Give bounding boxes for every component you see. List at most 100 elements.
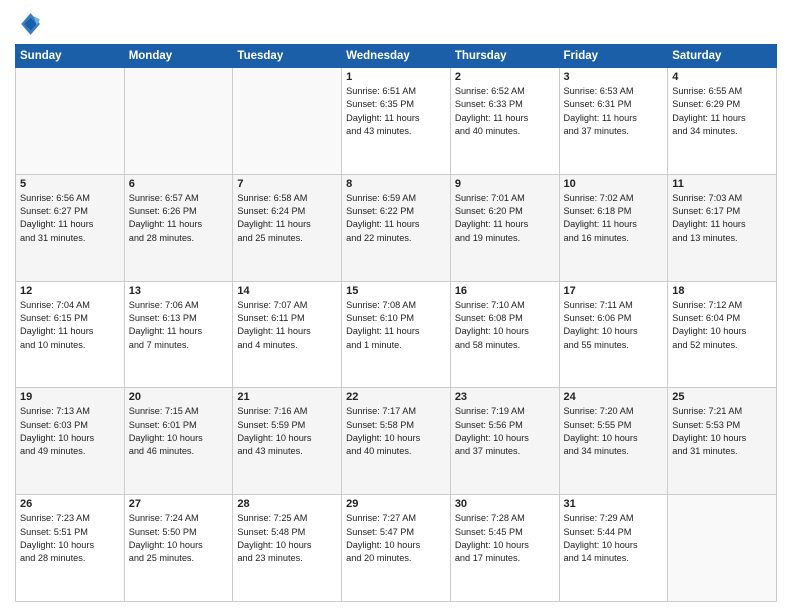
day-cell-7: 7Sunrise: 6:58 AM Sunset: 6:24 PM Daylig… [233,174,342,281]
day-number-2: 2 [455,71,555,83]
day-number-28: 28 [237,498,337,510]
day-number-5: 5 [20,178,120,190]
day-cell-2: 2 Sunrise: 6:52 AM Sunset: 6:33 PM Daylig… [450,68,559,175]
day-number-21: 21 [237,391,337,403]
day-number-25: 25 [672,391,772,403]
day-number-15: 15 [346,285,446,297]
weekday-thursday: Thursday [450,45,559,68]
day-info-3: Sunrise: 6:53 AM Sunset: 6:31 PM Dayligh… [564,85,664,138]
page: SundayMondayTuesdayWednesdayThursdayFrid… [0,0,792,612]
day-info-16: Sunrise: 7:10 AM Sunset: 6:08 PM Dayligh… [455,299,555,352]
day-info-2: Sunrise: 6:52 AM Sunset: 6:33 PM Dayligh… [455,85,555,138]
day-cell-18: 18 Sunrise: 7:12 AM Sunset: 6:04 PM Dayli… [668,281,777,388]
day-cell-1: 1 Sunrise: 6:51 AM Sunset: 6:35 PM Daylig… [342,68,451,175]
weekday-wednesday: Wednesday [342,45,451,68]
day-info-18: Sunrise: 7:12 AM Sunset: 6:04 PM Dayligh… [672,299,772,352]
day-number-18: 18 [672,285,772,297]
day-number-31: 31 [564,498,664,510]
day-cell-17: 17 Sunrise: 7:11 AM Sunset: 6:06 PM Dayli… [559,281,668,388]
day-number-24: 24 [564,391,664,403]
week-row-1: 1 Sunrise: 6:51 AM Sunset: 6:35 PM Daylig… [16,68,777,175]
day-cell-11: 11Sunrise: 7:03 AM Sunset: 6:17 PM Dayli… [668,174,777,281]
day-number-11: 11 [672,178,772,190]
day-info-17: Sunrise: 7:11 AM Sunset: 6:06 PM Dayligh… [564,299,664,352]
day-number-13: 13 [129,285,229,297]
day-cell-8: 8 Sunrise: 6:59 AM Sunset: 6:22 PM Daylig… [342,174,451,281]
day-cell-3: 3 Sunrise: 6:53 AM Sunset: 6:31 PM Daylig… [559,68,668,175]
week-row-2: 5 Sunrise: 6:56 AM Sunset: 6:27 PM Daylig… [16,174,777,281]
day-info-15: Sunrise: 7:08 AM Sunset: 6:10 PM Dayligh… [346,299,446,352]
day-cell-22: 22 Sunrise: 7:17 AM Sunset: 5:58 PM Dayli… [342,388,451,495]
day-number-23: 23 [455,391,555,403]
day-info-12: Sunrise: 7:04 AM Sunset: 6:15 PM Dayligh… [20,299,120,352]
day-info-9: Sunrise: 7:01 AM Sunset: 6:20 PM Dayligh… [455,192,555,245]
day-info-25: Sunrise: 7:21 AM Sunset: 5:53 PM Dayligh… [672,405,772,458]
empty-cell [233,68,342,175]
day-info-21: Sunrise: 7:16 AM Sunset: 5:59 PM Dayligh… [237,405,337,458]
day-info-24: Sunrise: 7:20 AM Sunset: 5:55 PM Dayligh… [564,405,664,458]
day-number-8: 8 [346,178,446,190]
week-row-5: 26 Sunrise: 7:23 AM Sunset: 5:51 PM Dayli… [16,495,777,602]
day-number-17: 17 [564,285,664,297]
empty-cell [124,68,233,175]
day-info-27: Sunrise: 7:24 AM Sunset: 5:50 PM Dayligh… [129,512,229,565]
day-cell-9: 9 Sunrise: 7:01 AM Sunset: 6:20 PM Daylig… [450,174,559,281]
day-number-1: 1 [346,71,446,83]
day-info-6: Sunrise: 6:57 AM Sunset: 6:26 PM Dayligh… [129,192,229,245]
day-info-8: Sunrise: 6:59 AM Sunset: 6:22 PM Dayligh… [346,192,446,245]
logo-icon [15,10,43,38]
calendar: SundayMondayTuesdayWednesdayThursdayFrid… [15,44,777,602]
week-row-3: 12Sunrise: 7:04 AM Sunset: 6:15 PM Dayli… [16,281,777,388]
day-number-6: 6 [129,178,229,190]
day-number-14: 14 [237,285,337,297]
day-info-26: Sunrise: 7:23 AM Sunset: 5:51 PM Dayligh… [20,512,120,565]
weekday-tuesday: Tuesday [233,45,342,68]
day-info-1: Sunrise: 6:51 AM Sunset: 6:35 PM Dayligh… [346,85,446,138]
day-cell-29: 29Sunrise: 7:27 AM Sunset: 5:47 PM Dayli… [342,495,451,602]
empty-cell [16,68,125,175]
day-info-20: Sunrise: 7:15 AM Sunset: 6:01 PM Dayligh… [129,405,229,458]
day-number-27: 27 [129,498,229,510]
day-cell-19: 19 Sunrise: 7:13 AM Sunset: 6:03 PM Dayli… [16,388,125,495]
day-cell-21: 21 Sunrise: 7:16 AM Sunset: 5:59 PM Dayli… [233,388,342,495]
day-cell-12: 12Sunrise: 7:04 AM Sunset: 6:15 PM Dayli… [16,281,125,388]
day-cell-26: 26 Sunrise: 7:23 AM Sunset: 5:51 PM Dayli… [16,495,125,602]
day-info-28: Sunrise: 7:25 AM Sunset: 5:48 PM Dayligh… [237,512,337,565]
day-info-7: Sunrise: 6:58 AM Sunset: 6:24 PM Dayligh… [237,192,337,245]
day-cell-20: 20 Sunrise: 7:15 AM Sunset: 6:01 PM Dayli… [124,388,233,495]
day-cell-28: 28 Sunrise: 7:25 AM Sunset: 5:48 PM Dayli… [233,495,342,602]
day-number-10: 10 [564,178,664,190]
day-cell-27: 27 Sunrise: 7:24 AM Sunset: 5:50 PM Dayli… [124,495,233,602]
day-info-22: Sunrise: 7:17 AM Sunset: 5:58 PM Dayligh… [346,405,446,458]
day-number-26: 26 [20,498,120,510]
day-cell-25: 25 Sunrise: 7:21 AM Sunset: 5:53 PM Dayli… [668,388,777,495]
day-number-16: 16 [455,285,555,297]
weekday-header-row: SundayMondayTuesdayWednesdayThursdayFrid… [16,45,777,68]
day-info-23: Sunrise: 7:19 AM Sunset: 5:56 PM Dayligh… [455,405,555,458]
weekday-friday: Friday [559,45,668,68]
day-number-22: 22 [346,391,446,403]
day-info-10: Sunrise: 7:02 AM Sunset: 6:18 PM Dayligh… [564,192,664,245]
logo [15,10,47,38]
day-info-19: Sunrise: 7:13 AM Sunset: 6:03 PM Dayligh… [20,405,120,458]
empty-cell [668,495,777,602]
day-cell-4: 4Sunrise: 6:55 AM Sunset: 6:29 PM Daylig… [668,68,777,175]
day-info-13: Sunrise: 7:06 AM Sunset: 6:13 PM Dayligh… [129,299,229,352]
day-info-30: Sunrise: 7:28 AM Sunset: 5:45 PM Dayligh… [455,512,555,565]
day-info-5: Sunrise: 6:56 AM Sunset: 6:27 PM Dayligh… [20,192,120,245]
day-number-20: 20 [129,391,229,403]
day-number-3: 3 [564,71,664,83]
day-number-9: 9 [455,178,555,190]
day-cell-10: 10 Sunrise: 7:02 AM Sunset: 6:18 PM Dayli… [559,174,668,281]
day-number-30: 30 [455,498,555,510]
week-row-4: 19 Sunrise: 7:13 AM Sunset: 6:03 PM Dayli… [16,388,777,495]
weekday-sunday: Sunday [16,45,125,68]
day-number-19: 19 [20,391,120,403]
weekday-monday: Monday [124,45,233,68]
day-info-14: Sunrise: 7:07 AM Sunset: 6:11 PM Dayligh… [237,299,337,352]
day-cell-31: 31Sunrise: 7:29 AM Sunset: 5:44 PM Dayli… [559,495,668,602]
weekday-saturday: Saturday [668,45,777,68]
day-cell-16: 16 Sunrise: 7:10 AM Sunset: 6:08 PM Dayli… [450,281,559,388]
day-cell-14: 14 Sunrise: 7:07 AM Sunset: 6:11 PM Dayli… [233,281,342,388]
day-cell-30: 30 Sunrise: 7:28 AM Sunset: 5:45 PM Dayli… [450,495,559,602]
